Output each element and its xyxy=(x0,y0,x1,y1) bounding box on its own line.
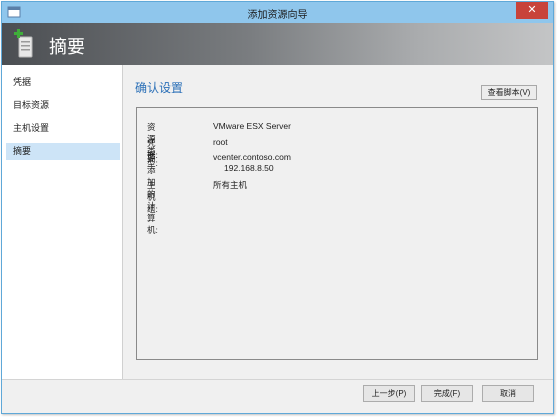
cancel-button[interactable]: 取消 xyxy=(482,385,534,402)
title-bar[interactable]: 添加资源向导 ✕ xyxy=(2,2,553,23)
computers-value-hostname: vcenter.contoso.com xyxy=(213,152,291,162)
computers-value-ip: 192.168.8.50 xyxy=(224,163,274,173)
section-title: 确认设置 xyxy=(135,81,184,95)
nav-item-target-resources[interactable]: 目标资源 xyxy=(6,97,120,114)
host-group-label: 主机组: xyxy=(147,180,158,214)
wizard-header: 摘要 xyxy=(2,23,553,65)
server-add-icon xyxy=(14,29,33,58)
add-resource-wizard-window: 添加资源向导 ✕ 摘要 凭据 目标资源 主机设置 摘要 确认设置 查看脚本(V)… xyxy=(1,1,554,414)
close-button[interactable]: ✕ xyxy=(516,2,548,19)
window-title: 添加资源向导 xyxy=(247,10,308,21)
previous-button[interactable]: 上一步(P) xyxy=(363,385,415,402)
view-script-button[interactable]: 查看脚本(V) xyxy=(481,85,537,100)
nav-item-credentials[interactable]: 凭据 xyxy=(6,74,120,91)
nav-item-summary[interactable]: 摘要 xyxy=(6,143,120,160)
nav-item-host-settings[interactable]: 主机设置 xyxy=(6,120,120,137)
summary-panel: 资源类型: VMware ESX Server 凭据: root 要添加的计算机… xyxy=(136,107,538,360)
wizard-nav: 凭据 目标资源 主机设置 摘要 xyxy=(2,65,123,379)
host-group-value: 所有主机 xyxy=(213,180,248,190)
resource-type-value: VMware ESX Server xyxy=(213,121,291,131)
finish-button[interactable]: 完成(F) xyxy=(421,385,473,402)
credentials-value: root xyxy=(213,137,228,147)
page-title: 摘要 xyxy=(49,37,85,58)
